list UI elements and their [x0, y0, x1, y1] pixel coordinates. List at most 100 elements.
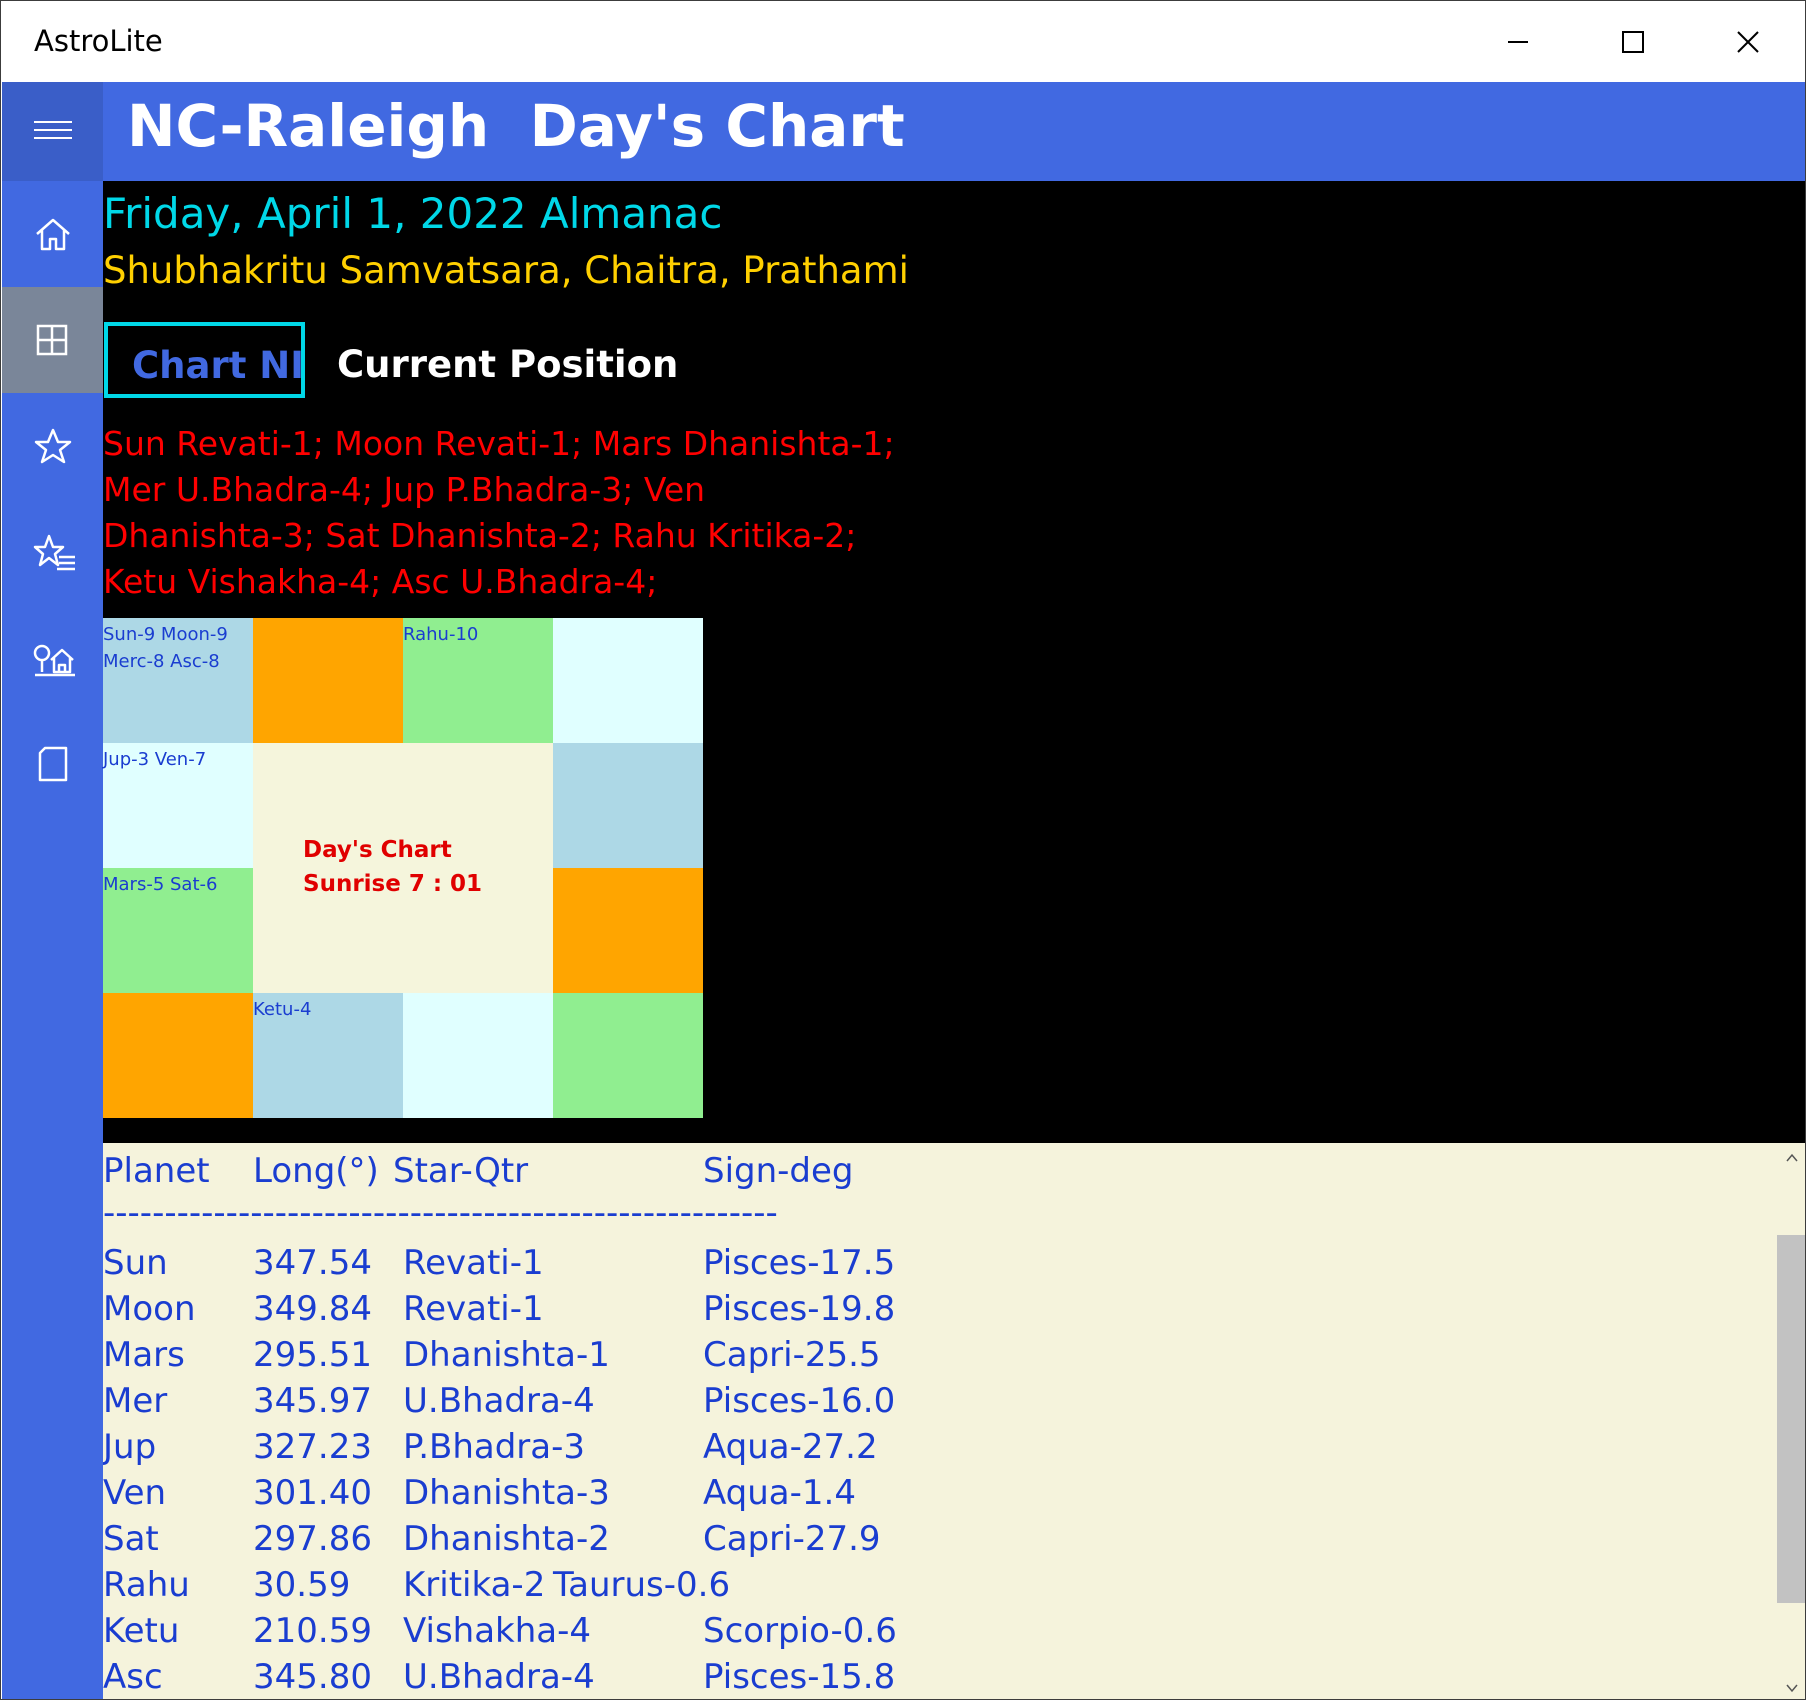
cell-sign-deg: Capri-25.5 — [703, 1335, 881, 1375]
tab-chart-ni[interactable]: Chart NI — [104, 322, 305, 398]
cell-text: Merc-8 Asc-8 — [103, 651, 220, 672]
cell-star-qtr: Dhanishta-2 — [403, 1519, 610, 1559]
chevron-up-icon[interactable] — [1786, 1153, 1798, 1163]
app-window: AstroLite NC-Raleigh Day's Chart Friday,… — [0, 0, 1806, 1700]
cell-text: Mars-5 Sat-6 — [103, 874, 218, 895]
table-row: Moon 349.84 Revati-1 Pisces-19.8 — [103, 1289, 1303, 1335]
cell-sign-deg: Pisces-17.5 — [703, 1243, 896, 1283]
cell-star-qtr: Vishakha-4 — [403, 1611, 592, 1651]
sidebar-item-chart[interactable] — [2, 287, 103, 393]
sidebar-item-home[interactable] — [2, 181, 103, 287]
table-row: Asc 345.80 U.Bhadra-4 Pisces-15.8 — [103, 1657, 1303, 1699]
column-header-planet: Planet — [103, 1151, 210, 1191]
cell-longitude: 295.51 — [253, 1335, 372, 1375]
cell-longitude: 301.40 — [253, 1473, 372, 1513]
cell-sign-deg: Aqua-27.2 — [703, 1427, 878, 1467]
chart-cell-libra — [403, 993, 553, 1118]
sidebar-item-places[interactable] — [2, 605, 103, 711]
cell-sign-deg: Aqua-1.4 — [703, 1473, 856, 1513]
cell-star-qtr: Revati-1 — [403, 1243, 544, 1283]
grid-icon — [36, 324, 68, 356]
chart-cell-cancer — [553, 743, 703, 868]
hamburger-menu-icon — [34, 121, 72, 139]
cell-longitude: 345.80 — [253, 1657, 372, 1697]
cell-longitude: 327.23 — [253, 1427, 372, 1467]
positions-line: Ketu Vishakha-4; Asc U.Bhadra-4; — [103, 562, 658, 601]
cell-planet: Sun — [103, 1243, 168, 1283]
chevron-down-icon[interactable] — [1786, 1683, 1798, 1693]
cell-star-qtr: P.Bhadra-3 — [403, 1427, 586, 1467]
chart-cell-aquarius: Jup-3 Ven-7 — [103, 743, 253, 868]
positions-line: Sun Revati-1; Moon Revati-1; Mars Dhanis… — [103, 424, 895, 463]
cell-planet: Mars — [103, 1335, 185, 1375]
cell-planet: Ven — [103, 1473, 167, 1513]
cell-planet: Moon — [103, 1289, 196, 1329]
table-row: Rahu 30.59 Kritika-2 Taurus-0.6 — [103, 1565, 1303, 1611]
chart-cell-scorpio: Ketu-4 — [253, 993, 403, 1118]
table-row: Sat 297.86 Dhanishta-2 Capri-27.9 — [103, 1519, 1303, 1565]
cell-planet: Mer — [103, 1381, 168, 1421]
cell-sign-deg: Taurus-0.6 — [553, 1565, 731, 1605]
chart-cell-pisces: Sun-9 Moon-9 Merc-8 Asc-8 — [103, 618, 253, 743]
column-header-longitude: Long(°) — [253, 1151, 379, 1191]
table-divider: ----------------------------------------… — [103, 1193, 778, 1233]
cell-star-qtr: U.Bhadra-4 — [403, 1657, 595, 1697]
page-header: NC-Raleigh Day's Chart — [103, 82, 1805, 181]
cell-sign-deg: Scorpio-0.6 — [703, 1611, 897, 1651]
cell-planet: Sat — [103, 1519, 159, 1559]
cell-planet: Rahu — [103, 1565, 190, 1605]
sidebar-item-notes[interactable] — [2, 711, 103, 817]
close-icon — [1737, 31, 1759, 53]
cell-sign-deg: Pisces-15.8 — [703, 1657, 896, 1697]
sidebar-menu-button[interactable] — [2, 82, 103, 181]
chart-cell-virgo — [553, 993, 703, 1118]
table-row: Ven 301.40 Dhanishta-3 Aqua-1.4 — [103, 1473, 1303, 1519]
close-button[interactable] — [1691, 2, 1805, 82]
page-title: NC-Raleigh Day's Chart — [127, 92, 905, 160]
tab-chart-ni-label: Chart NI — [132, 344, 305, 387]
minimize-icon — [1508, 41, 1528, 43]
star-icon — [34, 428, 72, 464]
chart-cell-taurus: Rahu-10 — [403, 618, 553, 743]
cell-longitude: 297.86 — [253, 1519, 372, 1559]
chart-cell-capricorn: Mars-5 Sat-6 — [103, 868, 253, 993]
cell-sign-deg: Capri-27.9 — [703, 1519, 881, 1559]
cell-star-qtr: Kritika-2 — [403, 1565, 546, 1605]
cell-planet: Jup — [103, 1427, 157, 1467]
chart-center: Day's Chart Sunrise 7 : 01 — [253, 743, 553, 993]
sidebar-item-star-list[interactable] — [2, 499, 103, 605]
maximize-button[interactable] — [1576, 2, 1691, 82]
planet-table: Planet Long(°) Star-Qtr Sign-deg -------… — [103, 1143, 1777, 1699]
cell-text: Jup-3 Ven-7 — [103, 749, 207, 770]
sidebar-item-favorites[interactable] — [2, 393, 103, 499]
minimize-button[interactable] — [1461, 2, 1576, 82]
title-bar: AstroLite — [2, 2, 1805, 82]
table-scrollbar[interactable] — [1777, 1143, 1805, 1699]
almanac-date: Friday, April 1, 2022 Almanac — [103, 189, 723, 238]
tree-house-icon — [33, 644, 75, 677]
cell-star-qtr: Revati-1 — [403, 1289, 544, 1329]
cell-planet: Asc — [103, 1657, 163, 1697]
positions-line: Mer U.Bhadra-4; Jup P.Bhadra-3; Ven — [103, 470, 706, 509]
sidebar — [2, 82, 103, 1699]
cell-longitude: 210.59 — [253, 1611, 372, 1651]
positions-line: Dhanishta-3; Sat Dhanishta-2; Rahu Kriti… — [103, 516, 857, 555]
samvatsara-line: Shubhakritu Samvatsara, Chaitra, Pratham… — [103, 249, 909, 292]
cell-sign-deg: Pisces-16.0 — [703, 1381, 896, 1421]
chart-cell-aries — [253, 618, 403, 743]
sunrise-time: Sunrise 7 : 01 — [303, 871, 483, 897]
nakshatra-positions: Sun Revati-1; Moon Revati-1; Mars Dhanis… — [103, 421, 903, 605]
table-row: Jup 327.23 P.Bhadra-3 Aqua-27.2 — [103, 1427, 1303, 1473]
home-icon — [36, 218, 70, 251]
scrollbar-thumb[interactable] — [1777, 1235, 1805, 1603]
cell-longitude: 347.54 — [253, 1243, 372, 1283]
maximize-icon — [1622, 31, 1644, 53]
table-row: Ketu 210.59 Vishakha-4 Scorpio-0.6 — [103, 1611, 1303, 1657]
window-title: AstroLite — [34, 24, 163, 58]
cell-text: Sun-9 Moon-9 — [103, 624, 228, 645]
table-row: Mer 345.97 U.Bhadra-4 Pisces-16.0 — [103, 1381, 1303, 1427]
tab-current-position[interactable]: Current Position — [337, 343, 678, 386]
cell-planet: Ketu — [103, 1611, 180, 1651]
chart-cell-sagittarius — [103, 993, 253, 1118]
chart-center-label: Day's Chart Sunrise 7 : 01 — [303, 833, 482, 901]
